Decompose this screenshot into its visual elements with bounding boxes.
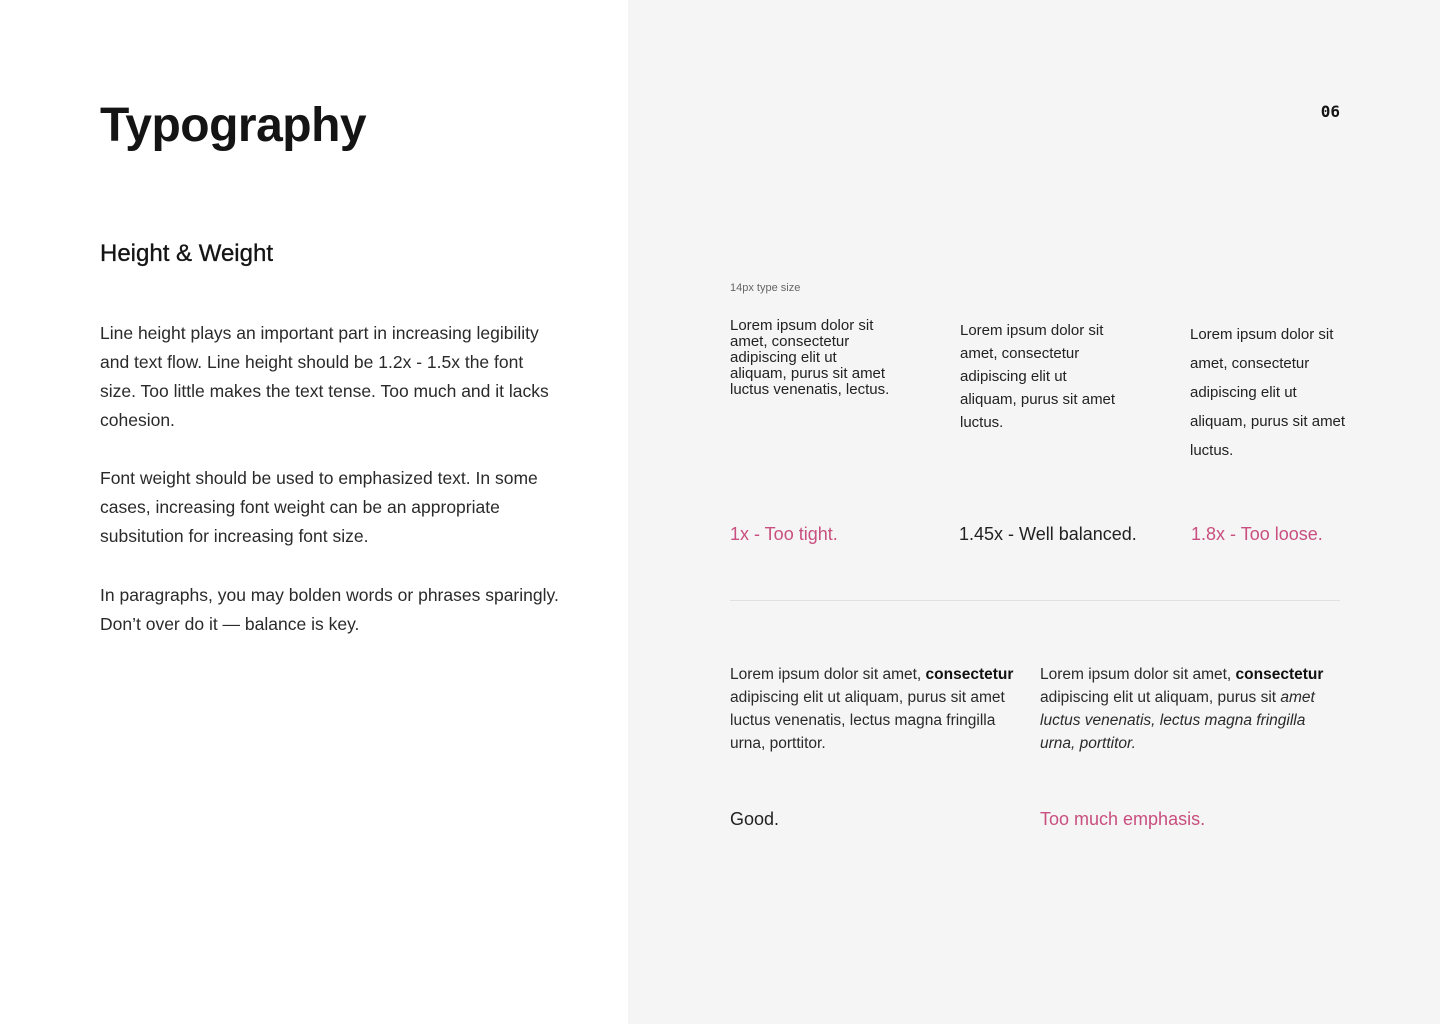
verdict-too-much-emphasis: Too much emphasis. — [1040, 809, 1206, 829]
emphasis-sample-good: Lorem ipsum dolor sit amet, consectetur … — [730, 663, 1030, 755]
section-divider — [730, 600, 1340, 601]
page-number: 06 — [1320, 102, 1340, 121]
verdict-too-tight: 1x - Too tight. — [730, 524, 838, 544]
emphasis-text-bold: consectetur — [1235, 666, 1324, 683]
type-size-caption: 14px type size — [730, 282, 801, 294]
right-panel — [628, 0, 1440, 1024]
emphasis-text-middle: adipiscing elit ut aliquam, purus sit — [1040, 689, 1281, 706]
emphasis-text-rest: adipiscing elit ut aliquam, purus sit am… — [730, 689, 1005, 752]
emphasis-sample-bad: Lorem ipsum dolor sit amet, consectetur … — [1040, 663, 1340, 755]
verdict-good: Good. — [730, 809, 780, 829]
emphasis-text-plain: Lorem ipsum dolor sit amet, — [1040, 666, 1236, 683]
left-panel: Typography Height & Weight Line height p… — [0, 0, 628, 1024]
emphasis-text-plain: Lorem ipsum dolor sit amet, — [730, 666, 926, 683]
body-paragraph-line-height: Line height plays an important part in i… — [100, 323, 549, 430]
body-paragraph-bold-usage: In paragraphs, you may bolden words or p… — [100, 585, 559, 634]
page-title: Typography — [100, 99, 367, 152]
emphasis-text-bold: consectetur — [925, 666, 1014, 683]
verdict-well-balanced: 1.45x - Well balanced. — [959, 524, 1137, 544]
verdict-too-loose: 1.8x - Too loose. — [1191, 524, 1323, 544]
body-paragraph-font-weight: Font weight should be used to emphasized… — [100, 468, 538, 546]
sample-text-balanced: Lorem ipsum dolor sit amet, consectetur … — [960, 322, 1116, 431]
sample-text-loose: Lorem ipsum dolor sit amet, consectetur … — [1190, 326, 1346, 459]
sample-text-tight: Lorem ipsum dolor sit amet, consectetur … — [730, 317, 890, 398]
section-heading: Height & Weight — [100, 240, 273, 267]
